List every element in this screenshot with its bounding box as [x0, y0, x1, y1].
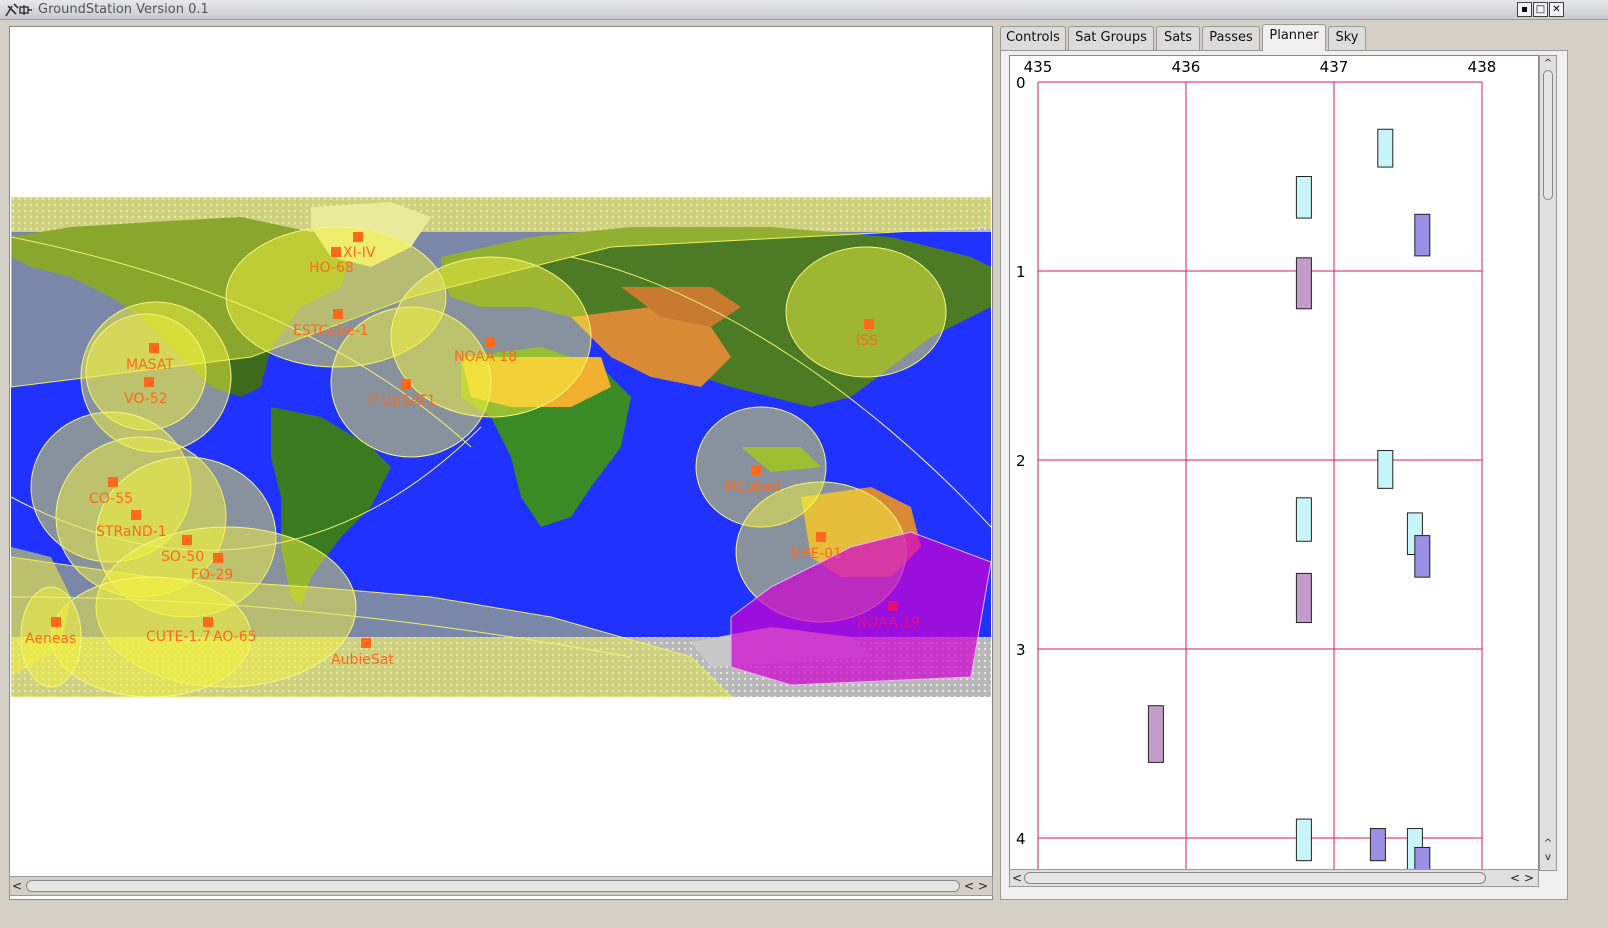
pass-block[interactable] — [1295, 176, 1312, 219]
x-tick-label: 437 — [1320, 58, 1349, 76]
satellite-marker-selected[interactable] — [888, 601, 898, 611]
scroll-left-arrow-icon[interactable]: < — [1010, 870, 1024, 886]
satellite-label: MCubed — [724, 479, 781, 495]
pass-block[interactable] — [1414, 535, 1431, 578]
pass-block[interactable] — [1295, 572, 1312, 624]
satellite-marker[interactable] — [864, 319, 874, 329]
satellite-label: CO-55 — [89, 491, 133, 507]
satellite-marker[interactable] — [751, 465, 761, 475]
tab-controls[interactable]: Controls — [1000, 26, 1066, 50]
tab-planner[interactable]: Planner — [1262, 24, 1326, 51]
satellite-marker[interactable] — [485, 337, 495, 347]
satellite-label: XI-IV — [343, 245, 376, 261]
pass-block[interactable] — [1414, 846, 1431, 871]
satellite-marker[interactable] — [333, 309, 343, 319]
scroll-right-arrow-icon[interactable]: > — [1522, 870, 1536, 886]
x-tick-labels: 435 436 437 438 — [1024, 58, 1497, 76]
y-tick-label: 3 — [1016, 641, 1026, 659]
satellite-marker[interactable] — [353, 232, 363, 242]
tab-sats[interactable]: Sats — [1156, 26, 1200, 50]
satellite-label: SO-50 — [161, 549, 204, 565]
world-map[interactable]: HO-68 XI-IV ESTCube-1 MASAT VO-52 NOAA 1… — [11, 197, 991, 697]
pass-block[interactable] — [1369, 828, 1386, 862]
planner-passes — [1147, 128, 1431, 871]
satellite-icon — [5, 3, 32, 17]
y-tick-label: 2 — [1016, 452, 1026, 470]
satellite-label: ISS — [856, 333, 878, 349]
y-tick-label: 0 — [1016, 74, 1026, 92]
satellite-marker[interactable] — [51, 617, 61, 627]
x-tick-label: 436 — [1172, 58, 1201, 76]
satellite-marker[interactable] — [816, 532, 826, 542]
groundstation-app-icon[interactable] — [4, 2, 34, 18]
pass-block[interactable] — [1295, 257, 1312, 310]
satellite-marker[interactable] — [401, 379, 411, 389]
pass-block[interactable] — [1377, 450, 1394, 489]
scroll-left-arrow-icon[interactable]: < — [962, 878, 976, 894]
maximize-button[interactable]: □ — [1533, 2, 1548, 17]
y-tick-labels: 0 1 2 3 4 — [1016, 74, 1026, 848]
satellite-label: NOAA 19 — [857, 615, 920, 631]
close-button[interactable]: ✕ — [1549, 2, 1564, 17]
planner-page: 435 436 437 438 0 1 2 3 4 ^ ^ v < < > — [1000, 50, 1568, 900]
pass-block[interactable] — [1295, 497, 1312, 542]
satellite-marker[interactable] — [108, 477, 118, 487]
tab-sky[interactable]: Sky — [1328, 26, 1366, 50]
satellite-label: ITUpSAT1 — [369, 393, 436, 409]
scroll-right-arrow-icon[interactable]: > — [976, 878, 990, 894]
satellite-label: ESTCube-1 — [293, 323, 369, 339]
satellite-label: MASAT — [126, 357, 174, 373]
x-tick-label: 435 — [1024, 58, 1053, 76]
satellite-label: FO-29 — [191, 567, 233, 583]
x-tick-label: 438 — [1468, 58, 1497, 76]
tab-bar: Controls Sat Groups Sats Passes Planner … — [1000, 24, 1568, 51]
pass-block[interactable] — [1414, 213, 1431, 257]
satellite-label: AO-65 — [213, 629, 257, 645]
map-panel: HO-68 XI-IV ESTCube-1 MASAT VO-52 NOAA 1… — [9, 26, 993, 900]
planner-chart[interactable]: 435 436 437 438 0 1 2 3 4 — [1009, 55, 1539, 871]
window-titlebar: GroundStation Version 0.1 ▪ □ ✕ — [0, 0, 1608, 20]
tab-sat-groups[interactable]: Sat Groups — [1068, 26, 1154, 50]
satellite-marker[interactable] — [213, 553, 223, 563]
satellite-label: STRaND-1 — [96, 524, 167, 540]
map-horizontal-scrollbar[interactable]: < < > — [9, 876, 993, 896]
planner-svg: 435 436 437 438 0 1 2 3 4 — [1016, 58, 1497, 871]
planner-grid — [1037, 81, 1483, 870]
pass-block[interactable] — [1295, 818, 1312, 862]
y-tick-label: 1 — [1016, 263, 1026, 281]
satellite-marker[interactable] — [203, 617, 213, 627]
satellite-label: NEE-01 — [791, 546, 842, 562]
scroll-left-arrow-icon[interactable]: < — [10, 878, 24, 894]
planner-horizontal-scrollbar[interactable]: < < > — [1009, 869, 1539, 887]
scroll-down-arrow-icon[interactable]: v — [1541, 850, 1555, 866]
satellite-marker[interactable] — [149, 343, 159, 353]
y-tick-label: 4 — [1016, 830, 1026, 848]
tab-passes[interactable]: Passes — [1202, 26, 1260, 50]
satellite-label: HO-68 — [309, 260, 354, 276]
planner-vertical-scrollbar[interactable]: ^ ^ v — [1539, 55, 1557, 871]
scrollbar-thumb[interactable] — [1543, 70, 1553, 200]
scrollbar-thumb[interactable] — [1024, 872, 1486, 884]
satellite-marker[interactable] — [131, 510, 141, 520]
satellite-label: VO-52 — [124, 391, 168, 407]
satellite-marker[interactable] — [144, 377, 154, 387]
pass-block[interactable] — [1377, 128, 1394, 168]
satellite-label: NOAA 18 — [454, 349, 517, 365]
restore-button[interactable]: ▪ — [1517, 2, 1532, 17]
satellite-marker[interactable] — [331, 247, 341, 257]
satellite-marker[interactable] — [182, 535, 192, 545]
satellite-label: CUTE-1.7 — [146, 629, 211, 645]
scrollbar-thumb[interactable] — [26, 880, 960, 892]
window-title: GroundStation Version 0.1 — [38, 2, 209, 17]
scroll-left-arrow-icon[interactable]: < — [1508, 870, 1522, 886]
right-panel: Controls Sat Groups Sats Passes Planner … — [1000, 24, 1568, 900]
satellite-marker[interactable] — [361, 638, 371, 648]
satellite-label: Aeneas — [25, 631, 76, 647]
satellite-label: AubieSat — [331, 652, 394, 668]
pass-block[interactable] — [1147, 705, 1164, 763]
